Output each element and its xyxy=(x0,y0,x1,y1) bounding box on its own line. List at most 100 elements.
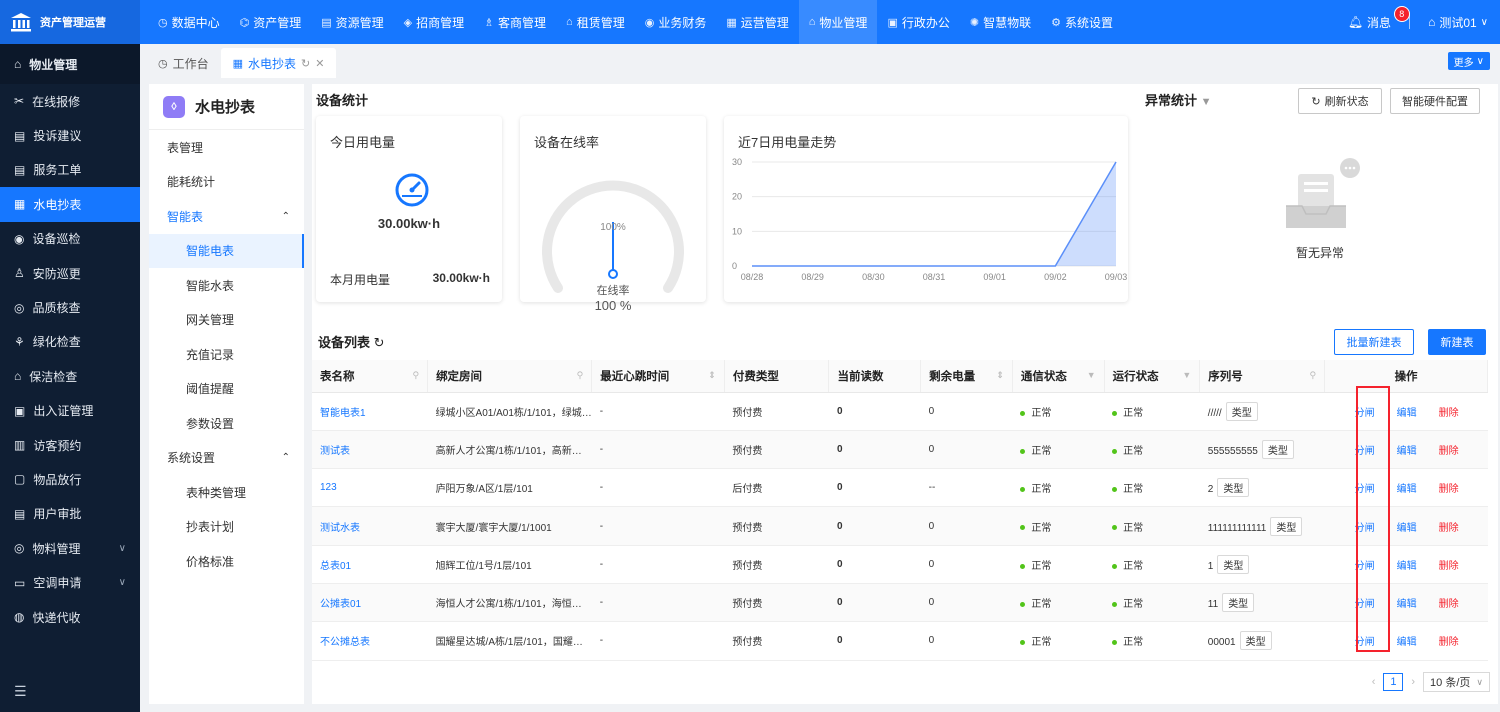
top-nav-item[interactable]: ✺ 智慧物联 xyxy=(960,0,1041,44)
sidebar-item[interactable]: ▭ 空调申请 ∨ xyxy=(0,565,140,599)
delete-link[interactable]: 删除 xyxy=(1439,599,1459,610)
messages-button[interactable]: 🔔︎ 消息 8 xyxy=(1348,5,1410,31)
subnav-item[interactable]: 参数设置 xyxy=(149,406,304,441)
subnav-item[interactable]: 智能水表 xyxy=(149,268,304,303)
delete-link[interactable]: 删除 xyxy=(1439,561,1459,572)
top-nav-item[interactable]: ▦ 运营管理 xyxy=(716,0,798,44)
top-nav-item[interactable]: ◷ 数据中心 xyxy=(148,0,230,44)
subnav-item[interactable]: 网关管理 xyxy=(149,303,304,338)
edit-link[interactable]: 编辑 xyxy=(1397,561,1417,572)
subnav-item[interactable]: 充值记录 xyxy=(149,337,304,372)
meter-name-link[interactable]: 测试水表 xyxy=(312,506,428,546)
meter-name-link[interactable]: 测试表 xyxy=(312,430,428,470)
type-tag[interactable]: 类型 xyxy=(1270,516,1303,536)
top-nav-item[interactable]: ◈ 招商管理 xyxy=(394,0,474,44)
filter-icon[interactable]: ▼ xyxy=(1201,96,1212,108)
meter-name-link[interactable]: 智能电表1 xyxy=(312,392,428,431)
edit-link[interactable]: 编辑 xyxy=(1397,446,1417,457)
subnav-item[interactable]: 智能电表 xyxy=(149,233,304,268)
close-icon[interactable]: ✕ xyxy=(315,57,324,70)
top-nav-item[interactable]: ◉ 业务财务 xyxy=(635,0,717,44)
edit-link[interactable]: 编辑 xyxy=(1397,484,1417,495)
top-nav-item[interactable]: ⚙ 系统设置 xyxy=(1041,0,1123,44)
delete-link[interactable]: 删除 xyxy=(1439,637,1459,648)
subnav-item[interactable]: 抄表计划 xyxy=(149,510,304,545)
search-icon[interactable]: ⚲ xyxy=(1310,370,1317,381)
refresh-status-button[interactable]: ↻ 刷新状态 xyxy=(1298,88,1382,114)
sidebar-item[interactable]: ▤ 投诉建议 xyxy=(0,118,140,152)
user-menu[interactable]: ⌂ 测试01 ∨ xyxy=(1428,14,1488,31)
sidebar-header[interactable]: ⌂ 物业管理 xyxy=(0,44,140,84)
split-gate-link[interactable]: 分闸 xyxy=(1355,446,1375,457)
delete-link[interactable]: 删除 xyxy=(1439,523,1459,534)
edit-link[interactable]: 编辑 xyxy=(1397,523,1417,534)
filter-icon[interactable]: ▼ xyxy=(1087,370,1096,380)
type-tag[interactable]: 类型 xyxy=(1217,554,1250,574)
sidebar-item[interactable]: ▦ 水电抄表 xyxy=(0,187,140,222)
top-nav-item[interactable]: ⌂ 物业管理 xyxy=(798,0,878,44)
subnav-item[interactable]: 表管理 xyxy=(149,130,304,165)
sidebar-item[interactable]: ▣ 出入证管理 xyxy=(0,394,140,428)
page-size-select[interactable]: 10 条/页 ∨ xyxy=(1423,672,1490,692)
split-gate-link[interactable]: 分闸 xyxy=(1355,561,1375,572)
more-button[interactable]: 更多 ∨ xyxy=(1447,52,1490,70)
meter-name-link[interactable]: 总表01 xyxy=(312,545,428,584)
sidebar-item[interactable]: ◎ 品质核查 xyxy=(0,290,140,324)
new-meter-button[interactable]: 新建表 xyxy=(1428,329,1486,355)
sidebar-item[interactable]: ▢ 物品放行 xyxy=(0,462,140,496)
search-icon[interactable]: ⚲ xyxy=(412,370,419,381)
delete-link[interactable]: 删除 xyxy=(1439,484,1459,495)
sidebar-item[interactable]: ▥ 访客预约 xyxy=(0,428,140,462)
hardware-config-button[interactable]: 智能硬件配置 xyxy=(1390,88,1480,114)
sort-icon[interactable]: ⇕ xyxy=(996,370,1004,381)
delete-link[interactable]: 删除 xyxy=(1439,446,1459,457)
sidebar-item[interactable]: ▤ 服务工单 xyxy=(0,153,140,187)
type-tag[interactable]: 类型 xyxy=(1261,439,1294,459)
search-icon[interactable]: ⚲ xyxy=(577,370,584,381)
type-tag[interactable]: 类型 xyxy=(1217,478,1250,498)
sidebar-item[interactable]: ◎ 物料管理 ∨ xyxy=(0,531,140,565)
top-nav-item[interactable]: ⌬ 资产管理 xyxy=(230,0,312,44)
top-nav-item[interactable]: ♗ 客商管理 xyxy=(474,0,556,44)
sort-icon[interactable]: ⇕ xyxy=(708,370,716,381)
delete-link[interactable]: 删除 xyxy=(1439,408,1459,419)
brand[interactable]: 资产管理运营 xyxy=(0,0,140,44)
meter-name-link[interactable]: 公摊表01 xyxy=(312,583,428,623)
subnav-item[interactable]: 价格标准 xyxy=(149,544,304,579)
split-gate-link[interactable]: 分闸 xyxy=(1355,637,1375,648)
type-tag[interactable]: 类型 xyxy=(1225,401,1258,421)
subnav-item[interactable]: 阈值提醒 xyxy=(149,372,304,407)
subnav-group[interactable]: 智能表 ⌃ xyxy=(149,199,304,234)
prev-page-icon[interactable]: ‹ xyxy=(1372,676,1376,688)
type-tag[interactable]: 类型 xyxy=(1222,593,1255,613)
reload-icon[interactable]: ↻ xyxy=(301,57,310,70)
refresh-icon[interactable]: ↻ xyxy=(374,335,385,350)
top-nav-item[interactable]: ▤ 资源管理 xyxy=(311,0,393,44)
sidebar-item[interactable]: ✂ 在线报修 xyxy=(0,84,140,118)
split-gate-link[interactable]: 分闸 xyxy=(1355,599,1375,610)
collapse-menu-icon[interactable]: ☰ xyxy=(14,683,27,700)
split-gate-link[interactable]: 分闸 xyxy=(1355,408,1375,419)
subnav-group[interactable]: 系统设置 ⌃ xyxy=(149,441,304,476)
meter-name-link[interactable]: 123 xyxy=(312,468,428,508)
meter-name-link[interactable]: 不公摊总表 xyxy=(312,621,428,661)
sidebar-item[interactable]: ♙ 安防巡更 xyxy=(0,256,140,290)
top-nav-item[interactable]: ⌂ 租赁管理 xyxy=(556,0,635,44)
split-gate-link[interactable]: 分闸 xyxy=(1355,484,1375,495)
sidebar-item[interactable]: ▤ 用户审批 xyxy=(0,497,140,531)
subnav-item[interactable]: 表种类管理 xyxy=(149,475,304,510)
sidebar-item[interactable]: ⚘ 绿化检查 xyxy=(0,325,140,359)
edit-link[interactable]: 编辑 xyxy=(1397,637,1417,648)
type-tag[interactable]: 类型 xyxy=(1239,631,1272,651)
subnav-item[interactable]: 能耗统计 xyxy=(149,165,304,200)
top-nav-item[interactable]: ▣ 行政办公 xyxy=(877,0,959,44)
sidebar-item[interactable]: ⌂ 保洁检查 xyxy=(0,359,140,393)
filter-icon[interactable]: ▼ xyxy=(1182,370,1191,380)
sidebar-item[interactable]: ◍ 快递代收 xyxy=(0,600,140,634)
tab-item[interactable]: ◷ 工作台 xyxy=(146,48,221,78)
batch-new-button[interactable]: 批量新建表 xyxy=(1334,329,1414,355)
split-gate-link[interactable]: 分闸 xyxy=(1355,523,1375,534)
page-number[interactable]: 1 xyxy=(1383,673,1404,691)
sidebar-item[interactable]: ◉ 设备巡检 xyxy=(0,222,140,256)
tab-item[interactable]: ▦ 水电抄表 ↻ ✕ xyxy=(220,48,337,78)
